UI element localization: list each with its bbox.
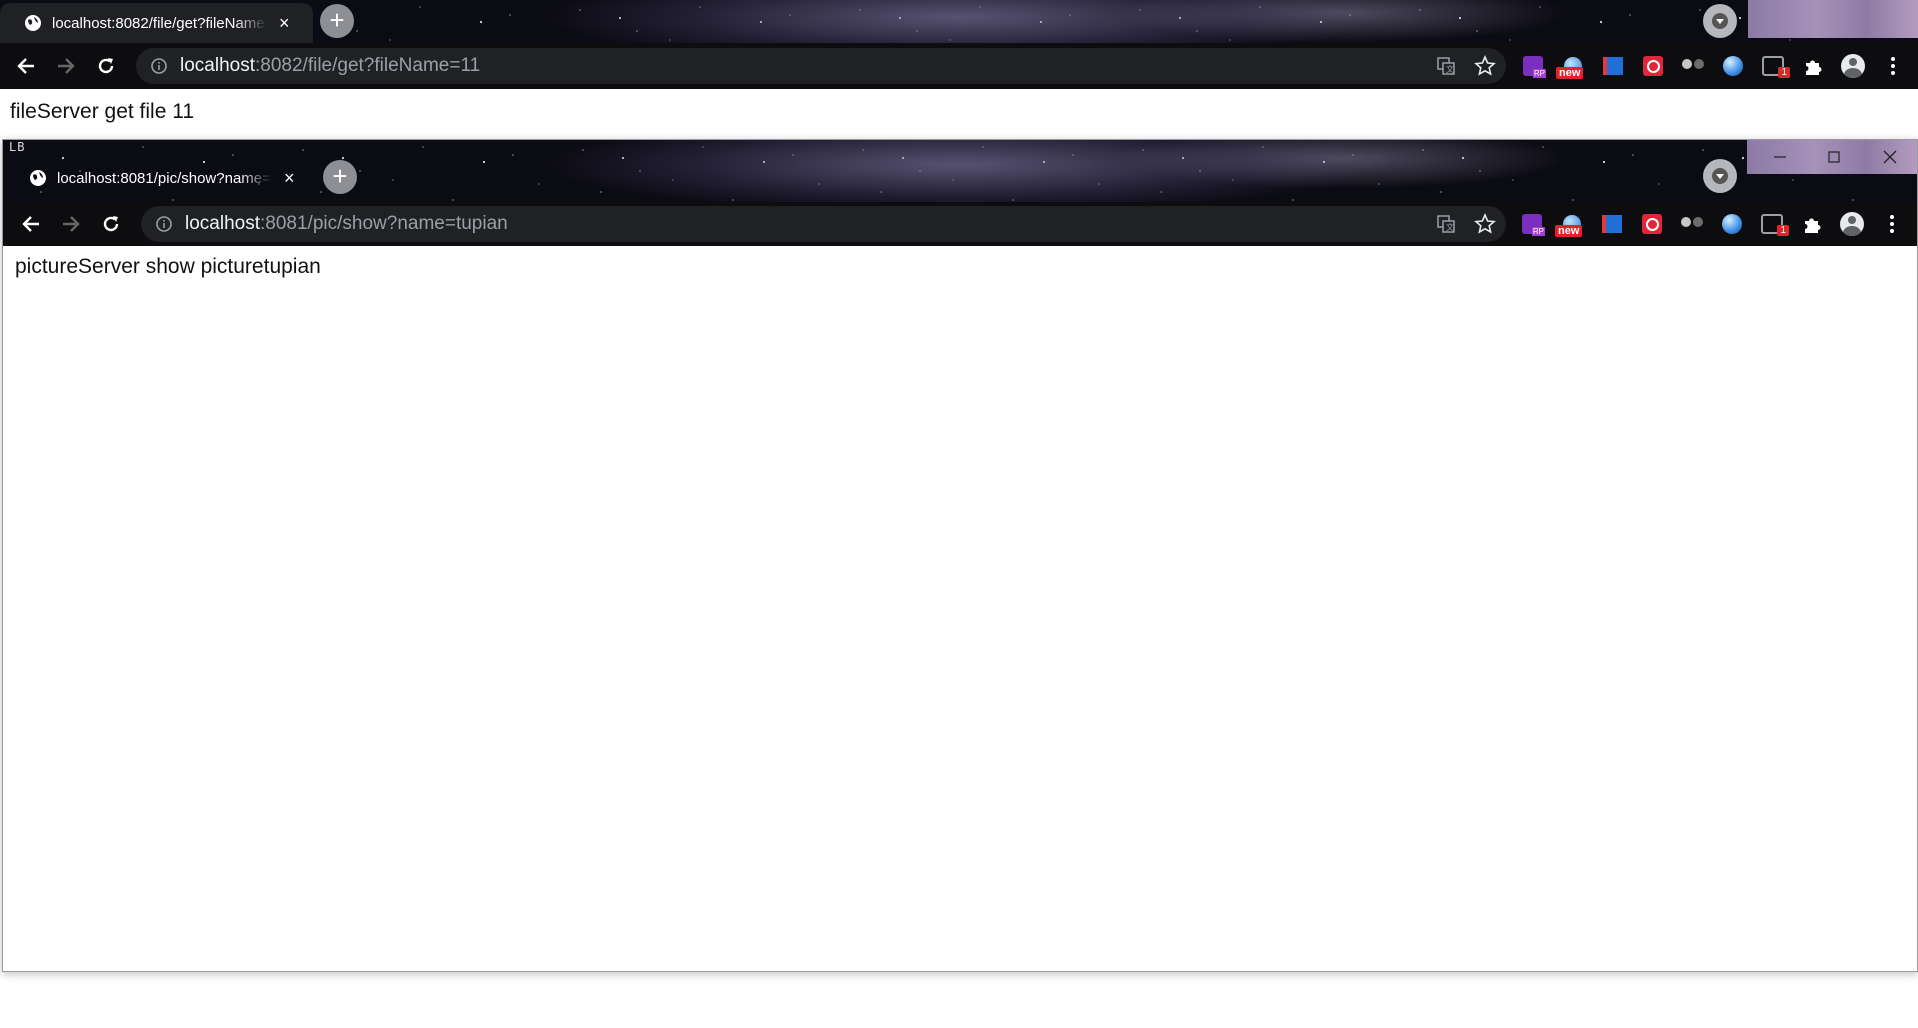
address-host: localhost	[180, 55, 255, 76]
outer-page-text: fileServer get file 11	[10, 100, 195, 123]
blue-square-extension-icon[interactable]	[1600, 53, 1626, 79]
back-button[interactable]	[11, 204, 51, 244]
omnibox-actions: 文	[1436, 48, 1496, 84]
maximize-button[interactable]	[1807, 140, 1861, 174]
rp-badge: RP	[1532, 69, 1546, 78]
tab-close-icon[interactable]: ×	[284, 168, 295, 189]
reload-icon	[98, 58, 114, 74]
inner-page-text: pictureServer show picturetupian	[15, 255, 321, 278]
address-path: :8082/file/get?fileName=11	[255, 55, 481, 76]
bookmark-star-icon[interactable]	[1474, 213, 1496, 235]
blue-orb-extension-icon[interactable]	[1719, 211, 1745, 237]
extensions-bar: RP new 1	[1520, 43, 1918, 89]
globe-icon	[25, 15, 41, 31]
new-badge: new	[1555, 225, 1583, 237]
arrow-right-icon	[58, 58, 75, 74]
inner-tab-strip: LB localhost:8081/pic/show?name=tupian ×…	[3, 140, 1917, 202]
close-icon	[1883, 150, 1897, 164]
rp-extension-icon[interactable]: RP	[1519, 211, 1545, 237]
address-path: :8081/pic/show?name=tupian	[260, 213, 508, 234]
back-button[interactable]	[6, 46, 46, 86]
globe-new-extension-icon[interactable]: new	[1556, 53, 1586, 79]
bookmark-star-icon[interactable]	[1474, 55, 1496, 77]
window-logo: LB	[9, 140, 26, 154]
inner-tab-title: localhost:8081/pic/show?name=tupian	[57, 169, 272, 187]
new-badge: new	[1556, 67, 1584, 79]
red-square-extension-icon[interactable]	[1639, 211, 1665, 237]
rp-badge: RP	[1531, 227, 1545, 236]
translate-icon[interactable]: 文	[1436, 56, 1456, 76]
arrow-left-icon	[17, 58, 34, 74]
minimize-button[interactable]	[1753, 140, 1807, 174]
new-tab-button[interactable]: +	[320, 4, 354, 38]
globe-new-extension-icon[interactable]: new	[1555, 211, 1585, 237]
outer-active-tab[interactable]: localhost:8082/file/get?fileName=11 ×	[0, 3, 313, 43]
inner-browser-window: LB localhost:8081/pic/show?name=tupian ×…	[2, 139, 1918, 972]
forward-button[interactable]	[46, 46, 86, 86]
outer-address-bar[interactable]: localhost:8082/file/get?fileName=11 文	[136, 48, 1506, 84]
extensions-puzzle-icon	[1806, 60, 1822, 75]
count-badge: 1	[1778, 67, 1790, 78]
inner-active-tab[interactable]: localhost:8081/pic/show?name=tupian ×	[5, 158, 318, 198]
owl-extension-icon[interactable]	[1680, 53, 1706, 79]
profile-avatar-icon[interactable]	[1840, 53, 1866, 79]
puzzle-icon[interactable]	[1800, 53, 1826, 79]
globe-icon	[30, 170, 46, 186]
inner-toolbar: localhost:8081/pic/show?name=tupian 文 RP	[3, 202, 1917, 246]
reload-icon	[103, 216, 119, 232]
outer-tab-title: localhost:8082/file/get?fileName=11	[52, 14, 267, 32]
blue-square-extension-icon[interactable]	[1599, 211, 1625, 237]
svg-text:文: 文	[1446, 222, 1454, 232]
extensions-bar: RP new 1	[1519, 202, 1918, 246]
info-icon[interactable]	[150, 57, 168, 75]
translate-icon[interactable]: 文	[1436, 214, 1456, 234]
rp-extension-icon[interactable]: RP	[1520, 53, 1546, 79]
puzzle-icon[interactable]	[1799, 211, 1825, 237]
screenshot-extension-icon[interactable]: 1	[1760, 53, 1790, 79]
extensions-puzzle-icon	[1805, 218, 1821, 233]
owl-extension-icon[interactable]	[1679, 211, 1705, 237]
maximize-icon	[1828, 151, 1840, 163]
blue-orb-extension-icon[interactable]	[1720, 53, 1746, 79]
new-tab-button[interactable]: +	[323, 160, 357, 194]
info-icon[interactable]	[155, 215, 173, 233]
tab-close-icon[interactable]: ×	[279, 13, 290, 34]
outer-tab-strip: localhost:8082/file/get?fileName=11 × +	[0, 0, 1918, 43]
inner-address-bar[interactable]: localhost:8081/pic/show?name=tupian 文	[141, 206, 1506, 242]
outer-toolbar: localhost:8082/file/get?fileName=11 文 RP…	[0, 43, 1918, 89]
tab-search-icon[interactable]	[1703, 159, 1737, 193]
close-window-button[interactable]	[1863, 140, 1917, 174]
minimize-icon	[1774, 156, 1786, 158]
reload-button[interactable]	[91, 204, 131, 244]
theme-corner-image	[1748, 0, 1918, 38]
address-host: localhost	[185, 213, 260, 234]
arrow-left-icon	[22, 216, 39, 232]
profile-avatar-icon[interactable]	[1839, 211, 1865, 237]
omnibox-actions: 文	[1436, 206, 1496, 242]
screenshot-extension-icon[interactable]: 1	[1759, 211, 1789, 237]
arrow-right-icon	[63, 216, 80, 232]
menu-kebab-icon[interactable]	[1880, 53, 1906, 79]
reload-button[interactable]	[86, 46, 126, 86]
svg-text:文: 文	[1446, 64, 1454, 74]
menu-kebab-icon[interactable]	[1879, 211, 1905, 237]
count-badge: 1	[1777, 225, 1789, 236]
forward-button[interactable]	[51, 204, 91, 244]
tab-search-icon[interactable]	[1703, 4, 1737, 38]
red-square-extension-icon[interactable]	[1640, 53, 1666, 79]
